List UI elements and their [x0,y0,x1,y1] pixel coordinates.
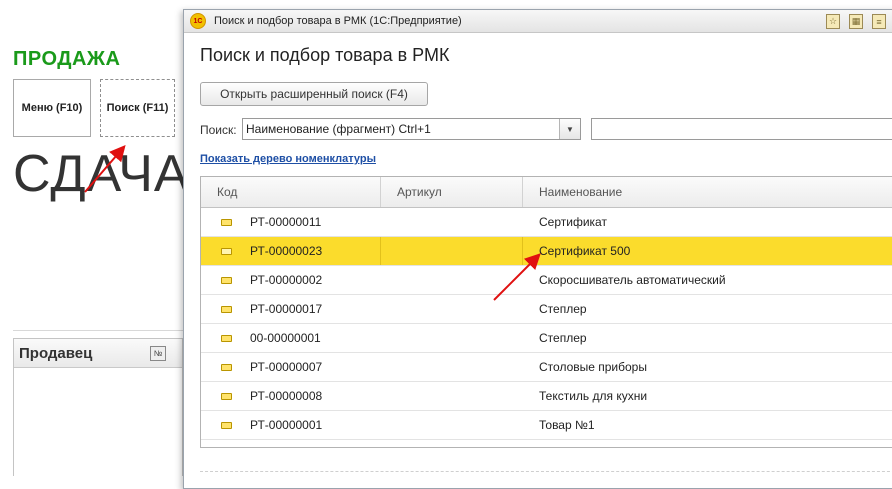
code-text: РТ-00000007 [250,360,323,374]
code-text: РТ-00000008 [250,389,323,403]
code-text: РТ-00000001 [250,418,323,432]
cell-code: РТ-00000023 [201,237,381,265]
column-header-code[interactable]: Код [201,177,381,207]
search-label: Поиск: [200,123,237,137]
code-text: РТ-00000017 [250,302,323,316]
table-row[interactable]: РТ-00000002 Скоросшиватель автоматический [201,266,892,295]
divider [200,471,892,472]
row-item-icon [221,421,232,429]
cell-article [381,237,523,265]
cell-code: РТ-00000002 [201,266,381,294]
table-row[interactable]: РТ-00000011 Сертификат [201,208,892,237]
window-title: Поиск и подбор товара в РМК (1С:Предприя… [214,15,462,27]
cell-article [381,266,523,294]
search-input[interactable] [591,118,892,140]
cell-name: Степлер [539,331,587,345]
list-icon[interactable]: ≡ [872,14,886,29]
cell-article [381,353,523,381]
cell-article [381,411,523,439]
cell-article [381,382,523,410]
table-row[interactable]: РТ-00000017 Степлер [201,295,892,324]
search-mode-select[interactable]: Наименование (фрагмент) Ctrl+1 ▼ [242,118,581,140]
app-1c-icon[interactable]: 1С [190,13,206,29]
cell-code: РТ-00000007 [201,353,381,381]
table-row[interactable]: РТ-00000023 Сертификат 500 [201,237,892,266]
cell-name: Текстиль для кухни [539,389,648,403]
table-row[interactable]: РТ-00000001 Товар №1 [201,411,892,440]
titlebar-tools: ☆ ▦ ≡ [826,14,886,29]
cell-article [381,208,523,236]
code-text: РТ-00000011 [250,215,322,229]
seller-header: Продавец № [14,339,182,368]
row-item-icon [221,305,232,313]
cell-name: Столовые приборы [539,360,647,374]
table-row[interactable]: РТ-00000007 Столовые приборы [201,353,892,382]
dropdown-arrow-icon[interactable]: ▼ [559,119,580,139]
cell-code: 00-00000001 [201,324,381,352]
sale-title: ПРОДАЖА [13,48,121,70]
divider [13,330,183,331]
cell-code: РТ-00000008 [201,382,381,410]
cell-article [381,295,523,323]
column-header-name[interactable]: Наименование [523,177,892,207]
product-table: Код Артикул Наименование РТ-00000011 Серт… [200,176,892,448]
table-row[interactable]: 00-00000001 Степлер [201,324,892,353]
cell-name: Скоросшиватель автоматический [539,273,726,287]
seller-label: Продавец [19,344,93,362]
seller-panel: Продавец № [13,338,183,476]
cell-name: Сертификат [539,215,607,229]
row-item-icon [221,334,232,342]
row-item-icon [221,363,232,371]
row-item-icon [221,218,232,226]
search-mode-value: Наименование (фрагмент) Ctrl+1 [246,122,431,136]
table-row[interactable]: РТ-00000008 Текстиль для кухни [201,382,892,411]
cell-name: Товар №1 [539,418,595,432]
cell-code: РТ-00000011 [201,208,381,236]
change-label: СДАЧА [13,145,190,203]
row-item-icon [221,392,232,400]
table-header: Код Артикул Наименование [201,177,892,208]
cell-name: Степлер [539,302,587,316]
column-header-article[interactable]: Артикул [381,177,523,207]
code-text: 00-00000001 [250,331,321,345]
favorite-star-icon[interactable]: ☆ [826,14,840,29]
title-bar: 1С Поиск и подбор товара в РМК (1С:Предп… [184,10,892,33]
advanced-search-button[interactable]: Открыть расширенный поиск (F4) [200,82,428,106]
row-item-icon [221,247,232,255]
search-button[interactable]: Поиск (F11) [100,79,175,137]
page-title: Поиск и подбор товара в РМК [200,45,450,65]
cell-code: РТ-00000001 [201,411,381,439]
cell-code: РТ-00000017 [201,295,381,323]
menu-button[interactable]: Меню (F10) [13,79,91,137]
code-text: РТ-00000023 [250,244,323,258]
cell-article [381,324,523,352]
code-text: РТ-00000002 [250,273,323,287]
row-item-icon [221,276,232,284]
calculator-icon[interactable]: ▦ [849,14,863,29]
table-body: РТ-00000011 Сертификат РТ-00000023 Сертифик… [201,208,892,440]
cell-name: Сертификат 500 [539,244,631,258]
show-tree-link[interactable]: Показать дерево номенклатуры [200,153,376,165]
search-dialog: 1С Поиск и подбор товара в РМК (1С:Предп… [183,9,892,489]
number-icon[interactable]: № [150,345,166,361]
